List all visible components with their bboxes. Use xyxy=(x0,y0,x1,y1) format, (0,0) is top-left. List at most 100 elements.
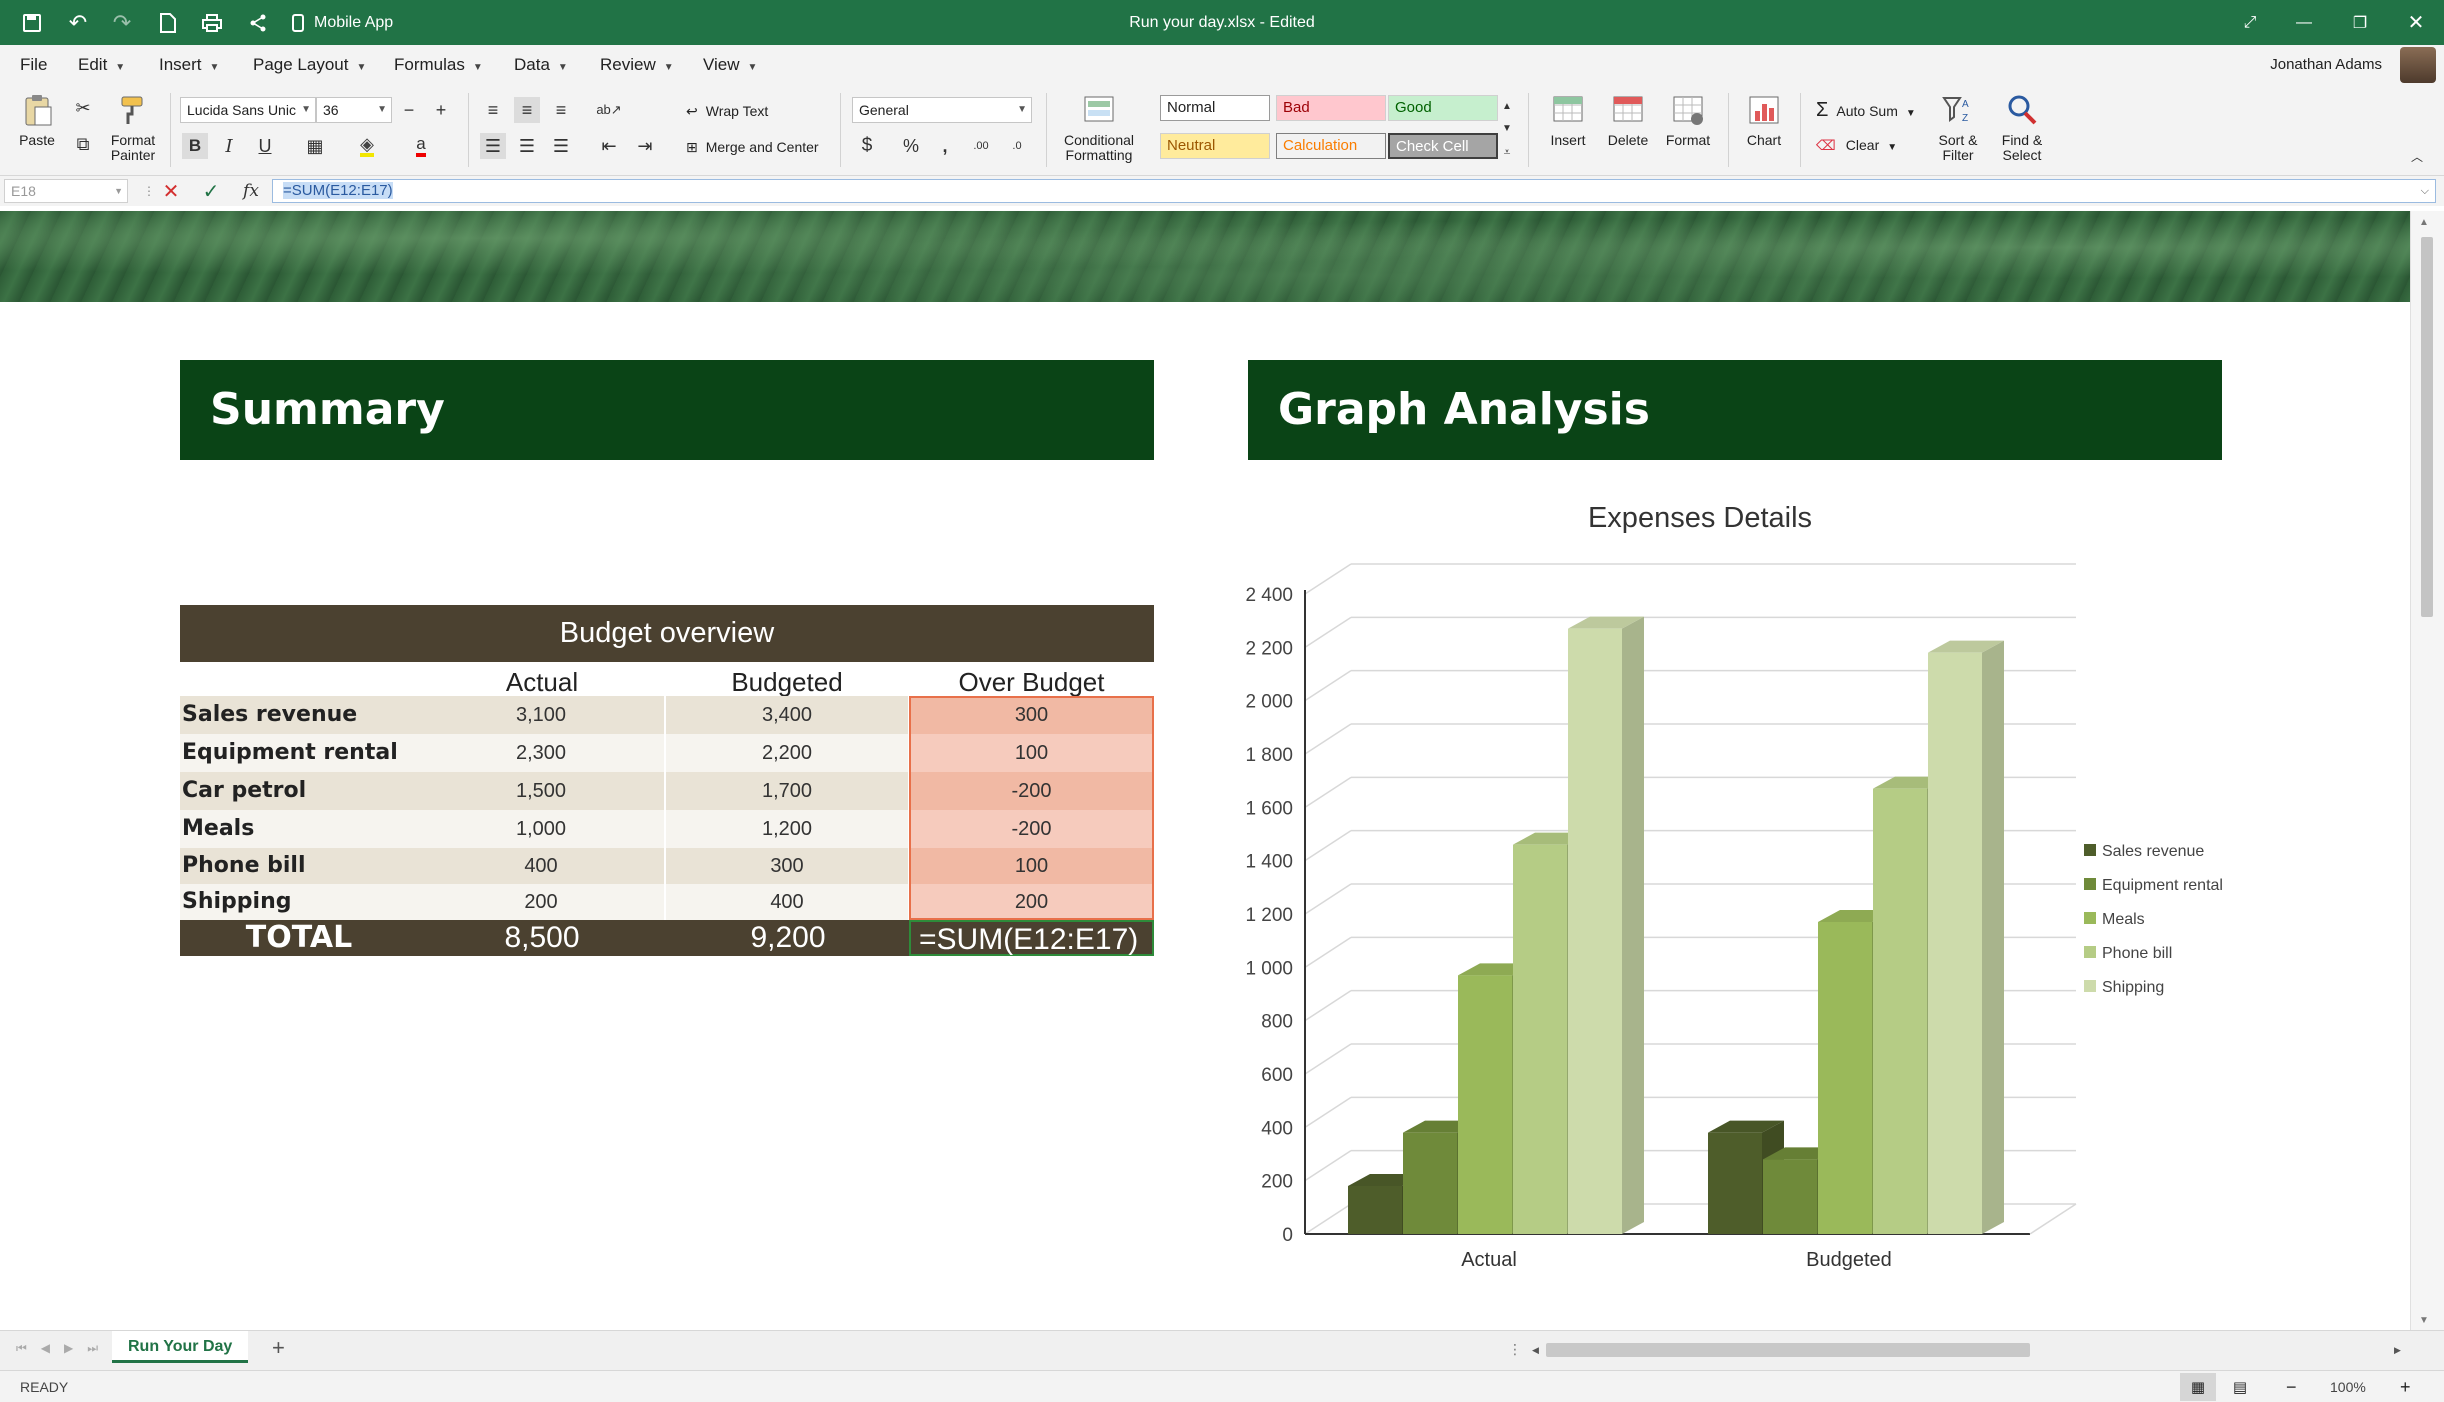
bold-icon[interactable]: B xyxy=(182,133,208,159)
row-label[interactable]: Sales revenue xyxy=(180,696,418,734)
row-label[interactable]: Car petrol xyxy=(180,772,418,810)
share-icon[interactable] xyxy=(236,0,280,45)
decrease-font-icon[interactable]: − xyxy=(396,97,422,123)
redo-icon[interactable]: ↷ xyxy=(100,0,144,45)
add-sheet-icon[interactable]: + xyxy=(272,1335,285,1361)
format-painter-button[interactable]: Format Painter xyxy=(106,93,160,163)
style-check-cell[interactable]: Check Cell xyxy=(1388,133,1498,159)
insert-function-icon[interactable]: fx xyxy=(238,178,264,204)
expenses-chart[interactable]: 0 200 400 600 800 1 000 1 200 1 400 1 600 1 800 2 … xyxy=(1230,540,2230,1280)
currency-icon[interactable]: $ xyxy=(854,133,880,159)
sort-filter-button[interactable]: AZ Sort & Filter xyxy=(1928,93,1988,163)
undo-icon[interactable]: ↶ xyxy=(56,0,100,45)
align-left-icon[interactable]: ☰ xyxy=(480,133,506,159)
style-neutral[interactable]: Neutral xyxy=(1160,133,1270,159)
actual-cell[interactable]: 2,300 xyxy=(418,734,664,772)
name-box[interactable]: E18 ▼ xyxy=(4,179,128,203)
vertical-scroll-thumb[interactable] xyxy=(2421,237,2433,617)
format-cells-button[interactable]: Format xyxy=(1660,93,1716,148)
over-budget-cell[interactable]: -200 xyxy=(909,810,1154,848)
increase-font-icon[interactable]: + xyxy=(428,97,454,123)
menu-file[interactable]: File xyxy=(20,45,47,85)
over-budget-cell[interactable]: 100 xyxy=(909,734,1154,772)
align-bottom-icon[interactable]: ≡ xyxy=(548,97,574,123)
row-label[interactable]: Phone bill xyxy=(180,848,418,884)
over-budget-cell[interactable]: 300 xyxy=(909,696,1154,734)
auto-sum-button[interactable]: Σ Auto Sum ▼ xyxy=(1816,99,1916,122)
page-layout-view-icon[interactable]: ▤ xyxy=(2222,1373,2258,1401)
over-budget-cell[interactable]: 200 xyxy=(909,884,1154,920)
paste-button[interactable]: Paste xyxy=(14,93,60,148)
actual-cell[interactable]: 400 xyxy=(418,848,664,884)
actual-cell[interactable]: 3,100 xyxy=(418,696,664,734)
normal-view-icon[interactable]: ▦ xyxy=(2180,1373,2216,1401)
menu-formulas[interactable]: Formulas ▼ xyxy=(394,45,483,85)
vertical-scrollbar[interactable]: ▲ ▼ xyxy=(2410,211,2444,1330)
cancel-formula-icon[interactable]: ✕ xyxy=(158,178,184,204)
comma-icon[interactable]: , xyxy=(932,133,958,159)
user-name[interactable]: Jonathan Adams xyxy=(2270,45,2382,85)
avatar[interactable] xyxy=(2400,47,2436,83)
fill-color-icon[interactable]: ◈ xyxy=(354,133,380,159)
copy-icon[interactable]: ⧉ xyxy=(70,131,96,157)
align-top-icon[interactable]: ≡ xyxy=(480,97,506,123)
total-label[interactable]: TOTAL xyxy=(180,920,418,956)
increase-decimal-icon[interactable]: .00 xyxy=(968,133,994,159)
minimize-button[interactable]: — xyxy=(2276,0,2332,45)
zoom-out-icon[interactable]: − xyxy=(2286,1371,2297,1402)
menu-review[interactable]: Review ▼ xyxy=(600,45,674,85)
close-button[interactable]: ✕ xyxy=(2388,0,2444,45)
style-good[interactable]: Good xyxy=(1388,95,1498,121)
align-right-icon[interactable]: ☰ xyxy=(548,133,574,159)
budgeted-cell[interactable]: 3,400 xyxy=(666,696,908,734)
zoom-level[interactable]: 100% xyxy=(2330,1371,2366,1402)
decrease-indent-icon[interactable]: ⇤ xyxy=(596,133,622,159)
find-select-button[interactable]: Find & Select xyxy=(1992,93,2052,163)
save-icon[interactable] xyxy=(10,0,54,45)
align-middle-icon[interactable]: ≡ xyxy=(514,97,540,123)
budgeted-cell[interactable]: 400 xyxy=(666,884,908,920)
number-format-select[interactable]: General ▼ xyxy=(852,97,1032,123)
menu-data[interactable]: Data ▼ xyxy=(514,45,568,85)
row-label[interactable]: Equipment rental xyxy=(180,734,418,772)
scroll-left-icon[interactable]: ◀ xyxy=(1532,1345,1539,1356)
budgeted-cell[interactable]: 1,200 xyxy=(666,810,908,848)
styles-scroll-down-icon[interactable]: ▼ xyxy=(1494,115,1520,141)
new-file-icon[interactable] xyxy=(146,0,190,45)
menu-edit[interactable]: Edit ▼ xyxy=(78,45,125,85)
zoom-in-icon[interactable]: + xyxy=(2400,1371,2411,1402)
increase-indent-icon[interactable]: ⇥ xyxy=(632,133,658,159)
merge-center-button[interactable]: ⊞ Merge and Center xyxy=(686,139,819,156)
font-size-select[interactable]: 36 ▼ xyxy=(316,97,392,123)
scroll-down-icon[interactable]: ▼ xyxy=(2419,1315,2429,1326)
orientation-icon[interactable]: ab↗ xyxy=(596,97,622,123)
chart-button[interactable]: Chart xyxy=(1736,93,1792,148)
underline-icon[interactable]: U xyxy=(252,133,278,159)
total-budgeted[interactable]: 9,200 xyxy=(666,920,910,956)
sheet-tab-run-your-day[interactable]: Run Your Day xyxy=(112,1331,249,1363)
actual-cell[interactable]: 1,500 xyxy=(418,772,664,810)
collapse-ribbon-icon[interactable]: ︿ xyxy=(2404,143,2430,169)
style-calculation[interactable]: Calculation xyxy=(1276,133,1386,159)
scroll-right-icon[interactable]: ▶ xyxy=(2394,1345,2401,1356)
decrease-decimal-icon[interactable]: .0 xyxy=(1004,133,1030,159)
align-center-icon[interactable]: ☰ xyxy=(514,133,540,159)
row-label[interactable]: Shipping xyxy=(180,884,418,920)
menu-page-layout[interactable]: Page Layout ▼ xyxy=(253,45,366,85)
restore-button[interactable]: ❐ xyxy=(2332,0,2388,45)
formula-input[interactable]: =SUM(E12:E17) ⌵ xyxy=(272,179,2436,203)
insert-cells-button[interactable]: Insert xyxy=(1540,93,1596,148)
budgeted-cell[interactable]: 2,200 xyxy=(666,734,908,772)
total-actual[interactable]: 8,500 xyxy=(418,920,666,956)
row-label[interactable]: Meals xyxy=(180,810,418,848)
actual-cell[interactable]: 200 xyxy=(418,884,664,920)
over-budget-cell[interactable]: -200 xyxy=(909,772,1154,810)
clear-button[interactable]: ⌫ Clear ▼ xyxy=(1816,137,1897,154)
confirm-formula-icon[interactable]: ✓ xyxy=(198,178,224,204)
style-normal[interactable]: Normal xyxy=(1160,95,1270,121)
borders-icon[interactable]: ▦ xyxy=(302,133,328,159)
menu-insert[interactable]: Insert ▼ xyxy=(159,45,219,85)
budgeted-cell[interactable]: 1,700 xyxy=(666,772,908,810)
mobile-app-button[interactable]: Mobile App xyxy=(292,0,393,45)
delete-cells-button[interactable]: Delete xyxy=(1600,93,1656,148)
